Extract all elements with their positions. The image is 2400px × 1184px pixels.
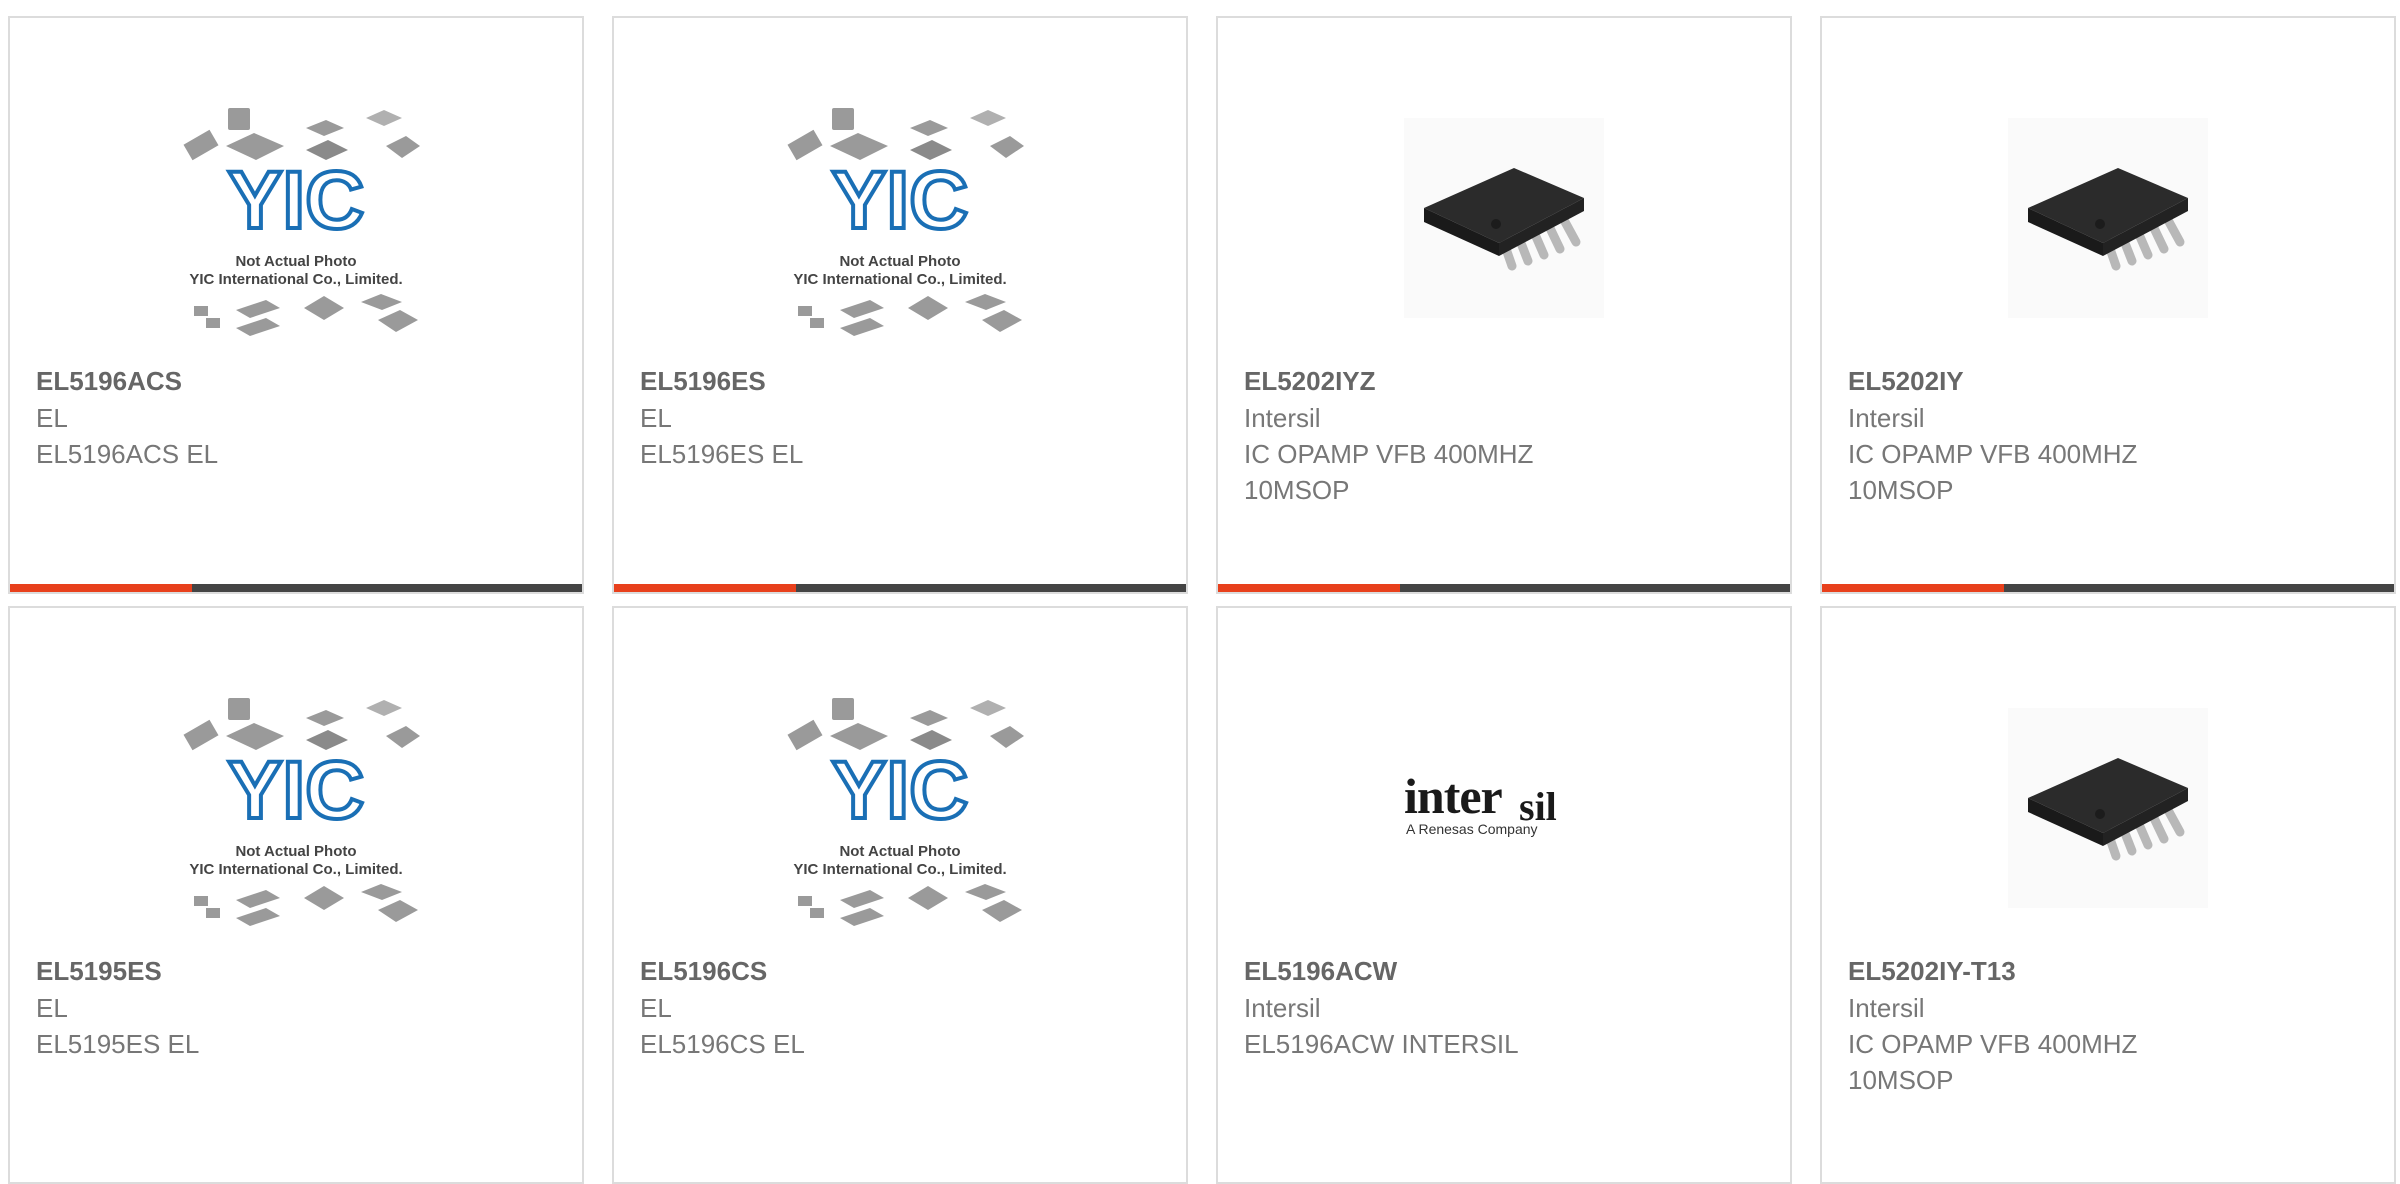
svg-text:YIC International Co., Limited: YIC International Co., Limited. <box>189 861 402 878</box>
yic-placeholder-icon: YIC Not Actual Photo YIC International C… <box>787 108 1024 336</box>
msop-chip-icon <box>1404 118 1604 318</box>
manufacturer: EL <box>640 403 672 433</box>
card-bottom-bar <box>1218 584 1790 592</box>
card-bottom-bar <box>1822 584 2394 592</box>
product-image[interactable]: YIC Not Actual Photo YIC International C… <box>614 648 1186 968</box>
svg-text:YIC International Co., Limited: YIC International Co., Limited. <box>793 861 1006 878</box>
description: IC OPAMP VFB 400MHZ 10MSOP <box>1848 439 2138 505</box>
svg-text:YIC International Co., Limited: YIC International Co., Limited. <box>189 271 402 288</box>
svg-text:YIC International Co., Limited: YIC International Co., Limited. <box>793 271 1006 288</box>
part-number[interactable]: EL5196ACW <box>1244 952 1770 990</box>
yic-placeholder-icon: YIC Not Actual Photo YIC International C… <box>183 108 420 336</box>
svg-text:YIC: YIC <box>832 155 969 246</box>
yic-placeholder-icon: YIC Not Actual Photo YIC International C… <box>183 698 420 926</box>
product-image[interactable] <box>1822 648 2394 968</box>
part-number[interactable]: EL5196ES <box>640 362 1166 400</box>
product-card[interactable]: YIC Not Actual Photo YIC International C… <box>612 606 1188 1184</box>
description: IC OPAMP VFB 400MHZ 10MSOP <box>1244 439 1534 505</box>
part-number[interactable]: EL5196ACS <box>36 362 562 400</box>
product-card[interactable]: YIC Not Actual Photo YIC International C… <box>612 16 1188 594</box>
manufacturer: Intersil <box>1244 403 1321 433</box>
description: EL5196ACW INTERSIL <box>1244 1029 1519 1059</box>
svg-text:Not Actual Photo: Not Actual Photo <box>839 253 960 270</box>
svg-text:YIC: YIC <box>228 155 365 246</box>
part-number[interactable]: EL5202IYZ <box>1244 362 1770 400</box>
card-bottom-bar <box>614 584 1186 592</box>
product-card[interactable]: EL5202IYZ Intersil IC OPAMP VFB 400MHZ 1… <box>1216 16 1792 594</box>
intersil-logo-icon: inter sil A Renesas Company <box>1404 768 1557 837</box>
manufacturer: EL <box>640 993 672 1023</box>
manufacturer: Intersil <box>1244 993 1321 1023</box>
svg-text:Not Actual Photo: Not Actual Photo <box>235 253 356 270</box>
msop-chip-icon <box>2008 708 2208 908</box>
product-card[interactable]: EL5202IY-T13 Intersil IC OPAMP VFB 400MH… <box>1820 606 2396 1184</box>
manufacturer: EL <box>36 993 68 1023</box>
card-bottom-bar <box>10 584 582 592</box>
product-image[interactable]: YIC Not Actual Photo YIC International C… <box>10 58 582 378</box>
svg-text:YIC: YIC <box>228 745 365 836</box>
svg-text:A Renesas Company: A Renesas Company <box>1406 821 1538 837</box>
part-number[interactable]: EL5202IY <box>1848 362 2374 400</box>
part-number[interactable]: EL5202IY-T13 <box>1848 952 2374 990</box>
manufacturer: EL <box>36 403 68 433</box>
product-image[interactable]: YIC Not Actual Photo YIC International C… <box>10 648 582 968</box>
manufacturer: Intersil <box>1848 403 1925 433</box>
msop-chip-icon <box>2008 118 2208 318</box>
description: EL5196ACS EL <box>36 439 219 469</box>
product-card[interactable]: YIC Not Actual Photo YIC International C… <box>8 606 584 1184</box>
svg-text:inter: inter <box>1404 768 1503 824</box>
svg-text:Not Actual Photo: Not Actual Photo <box>839 843 960 860</box>
product-card[interactable]: EL5202IY Intersil IC OPAMP VFB 400MHZ 10… <box>1820 16 2396 594</box>
description: IC OPAMP VFB 400MHZ 10MSOP <box>1848 1029 2138 1095</box>
yic-placeholder-icon: YIC Not Actual Photo YIC International C… <box>787 698 1024 926</box>
part-number[interactable]: EL5196CS <box>640 952 1166 990</box>
svg-text:YIC: YIC <box>832 745 969 836</box>
product-image[interactable] <box>1822 58 2394 378</box>
product-grid: YIC Not Actual Photo YIC International C… <box>0 0 2400 1184</box>
product-image[interactable]: YIC Not Actual Photo YIC International C… <box>614 58 1186 378</box>
part-number[interactable]: EL5195ES <box>36 952 562 990</box>
product-card[interactable]: inter sil A Renesas Company EL5196ACW In… <box>1216 606 1792 1184</box>
product-image[interactable] <box>1218 58 1790 378</box>
svg-text:Not Actual Photo: Not Actual Photo <box>235 843 356 860</box>
product-card[interactable]: YIC Not Actual Photo YIC International C… <box>8 16 584 594</box>
description: EL5195ES EL <box>36 1029 200 1059</box>
manufacturer: Intersil <box>1848 993 1925 1023</box>
description: EL5196CS EL <box>640 1029 805 1059</box>
description: EL5196ES EL <box>640 439 804 469</box>
product-image[interactable]: inter sil A Renesas Company <box>1218 648 1790 968</box>
